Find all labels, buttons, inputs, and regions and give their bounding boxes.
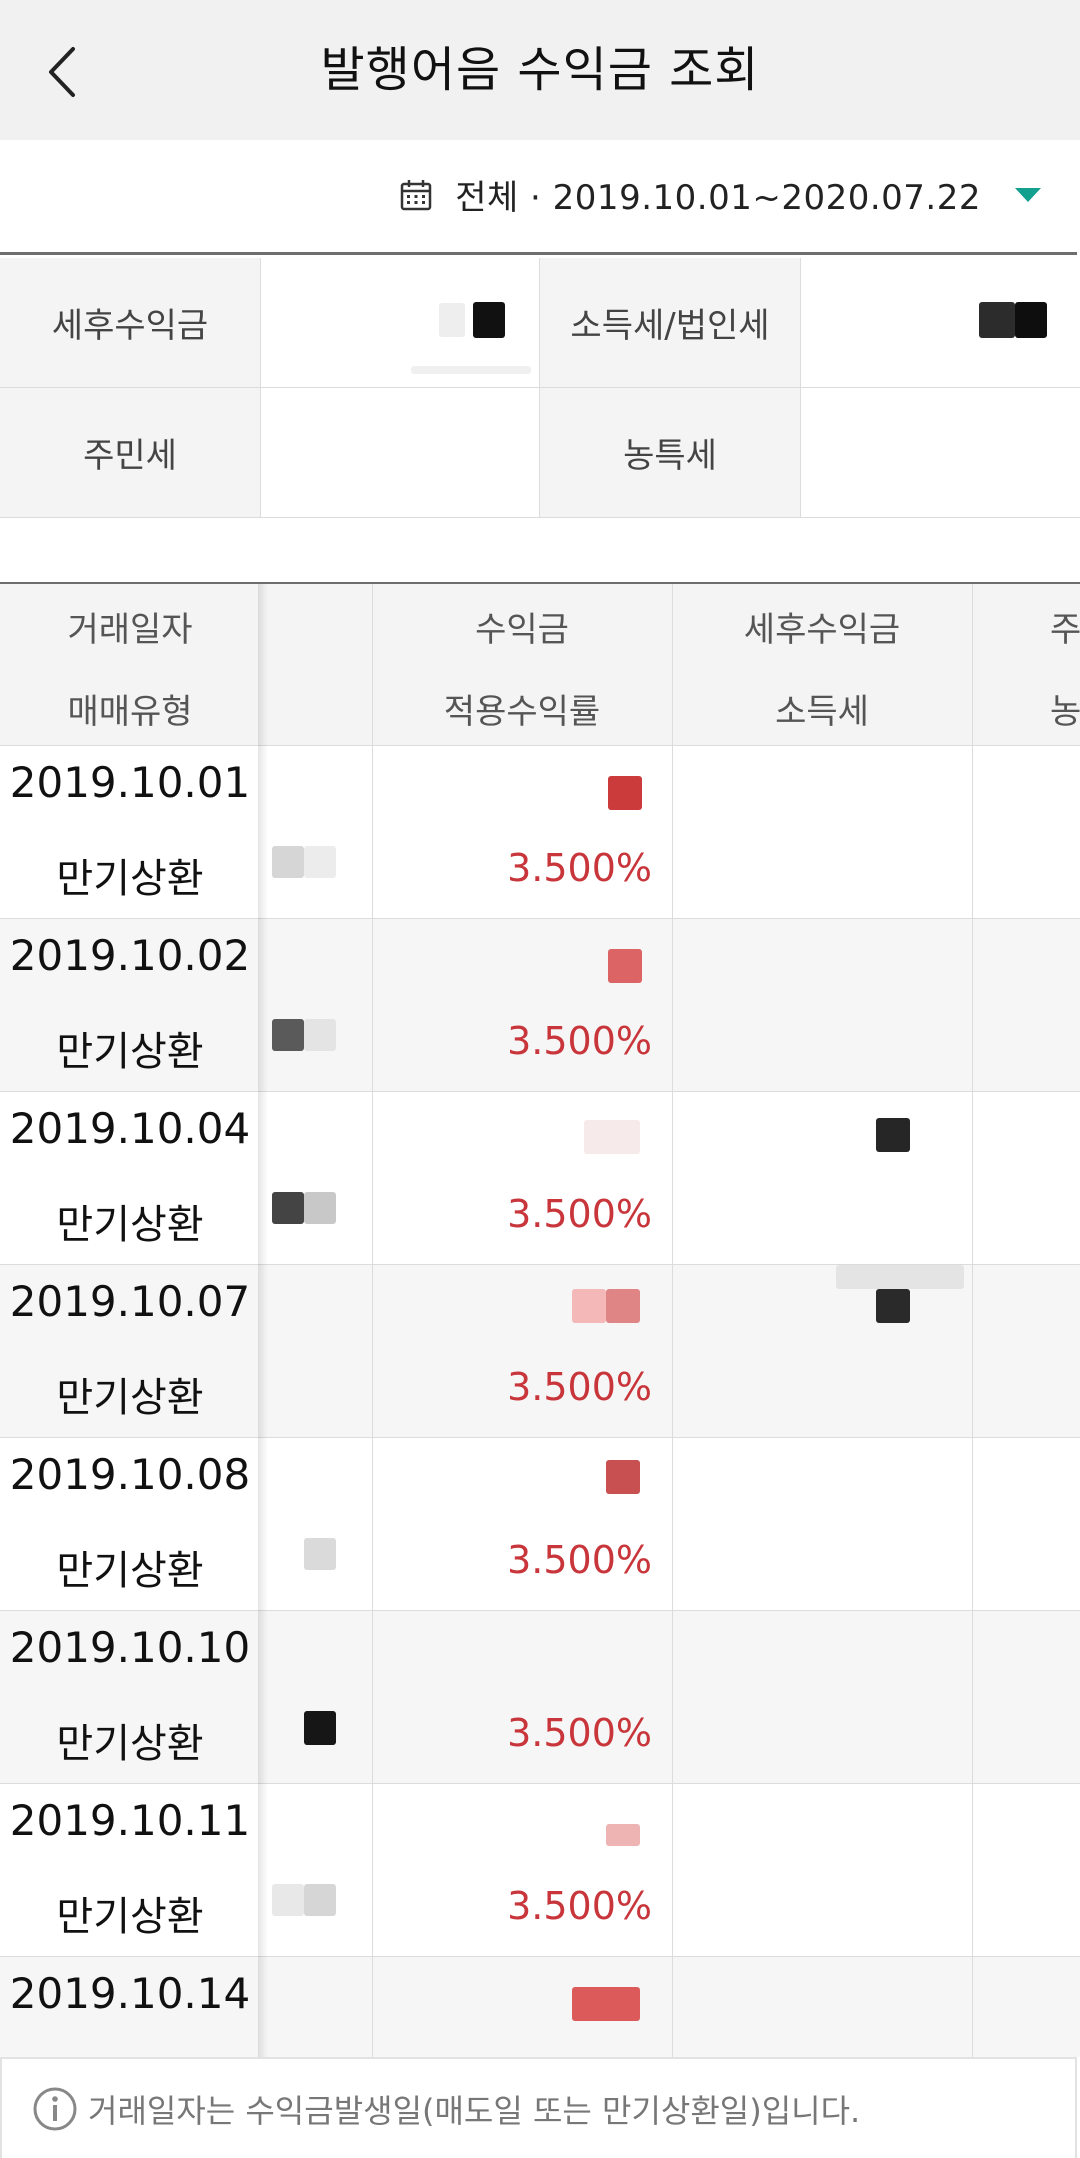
masked-value (572, 1289, 606, 1323)
table-row[interactable]: 2019.10.14 (0, 1957, 1080, 2057)
masked-value (439, 303, 465, 337)
header-trade-type: 매매유형 (67, 692, 193, 732)
rural-tax-label: 농특세 (540, 388, 800, 517)
summary-row: 세후수익금 소득세/법인세 (0, 258, 1080, 388)
header-resident-tax: 주 (1050, 610, 1080, 650)
header-rural-tax: 농 (1050, 692, 1080, 732)
masked-value (606, 1289, 640, 1323)
trade-date: 2019.10.07 (9, 1277, 251, 1326)
rural-tax-value (800, 388, 1080, 517)
header-income-tax: 소득세 (775, 692, 869, 732)
masked-value (304, 846, 336, 878)
period-text: 전체 · 2019.10.01~2020.07.22 (455, 178, 981, 218)
table-row[interactable]: 2019.10.08 만기상환 3.500% (0, 1438, 1080, 1611)
info-icon (33, 2087, 77, 2130)
header-applied-rate: 적용수익률 (443, 692, 601, 732)
masked-value (473, 302, 505, 338)
table-row[interactable]: 2019.10.04 만기상환 3.500% (0, 1092, 1080, 1265)
applied-rate: 3.500% (507, 1538, 652, 1582)
transactions-table[interactable]: 거래일자 매매유형 수익금 적용수익률 세후수익금 소득세 주 농 2019.1… (0, 582, 1080, 2057)
page-title: 발행어음 수익금 조회 (320, 42, 760, 98)
resident-tax-label: 주민세 (0, 388, 260, 517)
column-divider (672, 584, 673, 2057)
trade-date: 2019.10.01 (9, 758, 251, 807)
table-row[interactable]: 2019.10.11 만기상환 3.500% (0, 1784, 1080, 1957)
masked-value (584, 1120, 640, 1154)
notice-text: 거래일자는 수익금발생일(매도일 또는 만기상환일)입니다. (88, 2091, 861, 2130)
trade-type: 만기상환 (56, 1029, 204, 1075)
header-after-tax-profit: 세후수익금 (743, 610, 901, 650)
masked-value (411, 366, 531, 374)
income-tax-value (800, 258, 1080, 387)
applied-rate: 3.500% (507, 1192, 652, 1236)
table-header: 거래일자 매매유형 수익금 적용수익률 세후수익금 소득세 주 농 (0, 584, 1080, 746)
summary-table: 세후수익금 소득세/법인세 주민세 농특세 (0, 258, 1080, 518)
sticky-column-shadow (258, 584, 268, 2057)
footer-notice: 거래일자는 수익금발생일(매도일 또는 만기상환일)입니다. (0, 2057, 1077, 2158)
column-divider (972, 584, 973, 2057)
masked-value (606, 1460, 640, 1494)
masked-value (272, 1884, 304, 1916)
trade-date: 2019.10.04 (9, 1104, 251, 1153)
trade-type: 만기상환 (56, 1721, 204, 1767)
masked-value (979, 302, 1015, 338)
income-tax-label: 소득세/법인세 (540, 258, 800, 387)
applied-rate: 3.500% (507, 1711, 652, 1755)
masked-value (272, 846, 304, 878)
trade-date: 2019.10.10 (9, 1623, 251, 1672)
masked-value (304, 1884, 336, 1916)
trade-type: 만기상환 (56, 1548, 204, 1594)
after-tax-value (260, 258, 540, 387)
trade-type: 만기상환 (56, 1375, 204, 1421)
table-row[interactable]: 2019.10.01 만기상환 3.500% (0, 746, 1080, 919)
trade-type: 만기상환 (56, 856, 204, 902)
masked-value (876, 1118, 910, 1152)
trade-type: 만기상환 (56, 1894, 204, 1940)
caret-down-icon[interactable] (1015, 187, 1041, 202)
table-row[interactable]: 2019.10.07 만기상환 3.500% (0, 1265, 1080, 1438)
period-card: 전체 · 2019.10.01~2020.07.22 (0, 140, 1077, 255)
trade-date: 2019.10.14 (9, 1969, 251, 2018)
masked-value (572, 1987, 640, 2021)
trade-date: 2019.10.11 (9, 1796, 251, 1845)
applied-rate: 3.500% (507, 1019, 652, 1063)
applied-rate: 3.500% (507, 846, 652, 890)
trade-date: 2019.10.02 (9, 931, 251, 980)
header-trade-date: 거래일자 (67, 610, 193, 650)
masked-value (272, 1192, 304, 1224)
masked-value (606, 1824, 640, 1846)
applied-rate: 3.500% (507, 1884, 652, 1928)
masked-value (876, 1289, 910, 1323)
calendar-icon (400, 179, 432, 210)
resident-tax-value (260, 388, 540, 517)
period-selector[interactable]: 전체 · 2019.10.01~2020.07.22 (399, 170, 1041, 219)
masked-value (304, 1711, 336, 1745)
masked-value (1015, 302, 1047, 338)
masked-value (608, 949, 642, 983)
trade-type: 만기상환 (56, 1202, 204, 1248)
after-tax-label: 세후수익금 (0, 258, 260, 387)
applied-rate: 3.500% (507, 1365, 652, 1409)
masked-value (608, 776, 642, 810)
masked-value (272, 1019, 304, 1051)
masked-value (304, 1019, 336, 1051)
masked-value (836, 1265, 964, 1289)
header-profit: 수익금 (475, 610, 569, 650)
trade-date: 2019.10.08 (9, 1450, 251, 1499)
masked-value (304, 1192, 336, 1224)
table-row[interactable]: 2019.10.10 만기상환 3.500% (0, 1611, 1080, 1784)
header-bar: 발행어음 수익금 조회 (0, 0, 1080, 140)
masked-value (304, 1538, 336, 1570)
table-row[interactable]: 2019.10.02 만기상환 3.500% (0, 919, 1080, 1092)
column-divider (372, 584, 373, 2057)
summary-row: 주민세 농특세 (0, 388, 1080, 518)
